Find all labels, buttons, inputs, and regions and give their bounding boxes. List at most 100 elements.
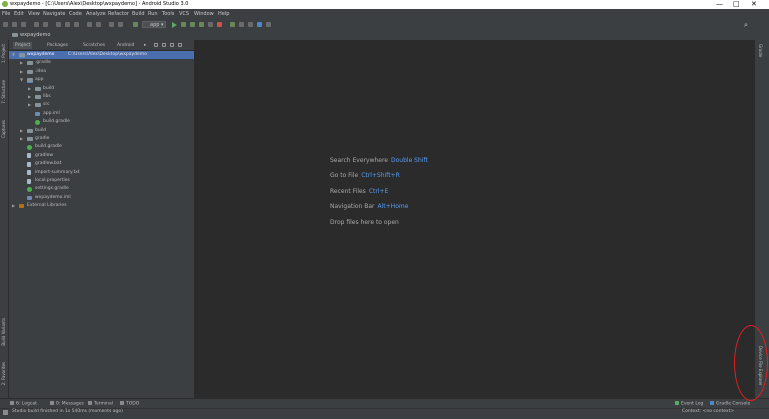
menu-build[interactable]: Build — [132, 11, 145, 17]
avd-manager-icon[interactable] — [239, 22, 244, 27]
replace-icon[interactable] — [96, 22, 101, 27]
minimize-button[interactable]: — — [716, 0, 723, 8]
tool-tab-build-variants[interactable]: Build Variants — [1, 318, 6, 346]
menu-run[interactable]: Run — [148, 11, 158, 17]
chevron-right-icon[interactable]: ▶ — [28, 101, 31, 109]
menu-tools[interactable]: Tools — [162, 11, 174, 17]
tree-row[interactable]: ▶ libs — [9, 93, 194, 101]
tool-tab-gradle[interactable]: Gradle — [758, 44, 763, 57]
tool-tab-favorites[interactable]: 2: Favorites — [1, 362, 6, 385]
chevron-right-icon[interactable]: ▶ — [20, 135, 23, 143]
menu-refactor[interactable]: Refactor — [108, 11, 129, 17]
search-icon[interactable]: ⌕ — [744, 21, 748, 30]
editor-empty-area[interactable] — [195, 40, 754, 398]
find-icon[interactable] — [87, 22, 92, 27]
gradle-sync-icon[interactable] — [230, 22, 235, 27]
tab-packages[interactable]: Packages — [47, 42, 68, 49]
make-project-hammer-icon[interactable] — [133, 22, 138, 27]
collapse-all-icon[interactable] — [162, 43, 166, 47]
chevron-down-icon[interactable]: ▼ — [20, 76, 23, 84]
debug-icon[interactable] — [190, 22, 195, 27]
tool-tab-captures[interactable]: Captures — [1, 120, 6, 138]
tabs-overflow-icon[interactable]: ▸ — [144, 42, 146, 49]
tree-row[interactable]: wxpaydemo.iml — [9, 194, 194, 202]
status-message[interactable]: Studio build finished in 1s 540ms (momen… — [12, 409, 123, 414]
attach-debugger-icon[interactable] — [208, 22, 213, 27]
close-button[interactable]: ✕ — [751, 0, 757, 8]
tree-row[interactable]: build.gradle — [9, 118, 194, 126]
cut-icon[interactable] — [56, 22, 61, 27]
menu-window[interactable]: Window — [194, 11, 214, 17]
chevron-right-icon[interactable]: ▶ — [28, 93, 31, 101]
stop-icon[interactable] — [217, 22, 222, 27]
copy-icon[interactable] — [65, 22, 70, 27]
tree-row[interactable]: app.iml — [9, 110, 194, 118]
menu-help[interactable]: Help — [218, 11, 229, 17]
breadcrumb[interactable]: wxpaydemo — [12, 32, 50, 38]
tree-row[interactable]: ▶ .idea — [9, 68, 194, 76]
run-icon[interactable] — [172, 22, 177, 28]
gradle-console-button[interactable]: Gradle Console — [710, 401, 750, 407]
save-all-icon[interactable] — [12, 22, 17, 27]
chevron-right-icon[interactable]: ▶ — [20, 68, 23, 76]
tree-row[interactable]: ▶ build — [9, 127, 194, 135]
menu-code[interactable]: Code — [69, 11, 82, 17]
locate-file-icon[interactable] — [154, 43, 158, 47]
tree-row[interactable]: gradlew — [9, 152, 194, 160]
menu-view[interactable]: View — [28, 11, 40, 17]
menu-navigate[interactable]: Navigate — [43, 11, 65, 17]
tree-row[interactable]: ▶ build — [9, 85, 194, 93]
apply-changes-icon[interactable] — [181, 22, 186, 27]
logcat-button[interactable]: 6: Logcat — [10, 401, 37, 407]
menu-analyze[interactable]: Analyze — [86, 11, 106, 17]
tool-tab-structure[interactable]: 7: Structure — [1, 80, 6, 104]
messages-button[interactable]: 0: Messages — [50, 401, 84, 407]
tree-row[interactable]: ▼ wxpaydemo C:\Users\Alex\Desktop\wxpaydem… — [9, 51, 194, 59]
paste-icon[interactable] — [74, 22, 79, 27]
settings-gear-icon[interactable] — [170, 43, 174, 47]
terminal-button[interactable]: Terminal — [88, 401, 113, 407]
chevron-right-icon[interactable]: ▶ — [20, 59, 23, 67]
tree-row[interactable]: import-summary.txt — [9, 169, 194, 177]
tree-row[interactable]: ▶ gradle — [9, 135, 194, 143]
menu-vcs[interactable]: VCS — [179, 11, 189, 17]
maximize-button[interactable]: □ — [733, 0, 740, 8]
tree-row[interactable]: local.properties — [9, 177, 194, 185]
menu-edit[interactable]: Edit — [14, 11, 24, 17]
tree-row[interactable]: ▶ src — [9, 101, 194, 109]
back-icon[interactable] — [109, 22, 114, 27]
tree-row[interactable]: settings.gradle — [9, 185, 194, 193]
forward-icon[interactable] — [118, 22, 123, 27]
tree-row[interactable]: ▶ .gradle — [9, 59, 194, 67]
sdk-manager-icon[interactable] — [248, 22, 253, 27]
layout-inspector-icon[interactable] — [257, 22, 262, 27]
tree-row[interactable]: build.gradle — [9, 143, 194, 151]
todo-button[interactable]: TODO — [120, 401, 139, 407]
redo-icon[interactable] — [43, 22, 48, 27]
tip-drop-files: Drop files here to open — [330, 219, 399, 226]
folder-icon — [27, 69, 33, 74]
chevron-right-icon[interactable]: ▶ — [28, 85, 31, 93]
toggle-tool-windows-icon[interactable] — [3, 410, 8, 415]
chevron-right-icon[interactable]: ▶ — [20, 127, 23, 135]
folder-icon — [27, 61, 33, 66]
tab-project[interactable]: Project — [13, 42, 33, 49]
tree-row[interactable]: gradlew.bat — [9, 160, 194, 168]
event-log-button[interactable]: Event Log — [675, 401, 703, 407]
tree-row[interactable]: ▼ app — [9, 76, 194, 84]
run-config-dropdown[interactable]: app ▾ — [142, 21, 166, 28]
help-icon[interactable] — [266, 22, 271, 27]
chevron-right-icon[interactable]: ▶ — [12, 202, 15, 210]
hide-panel-icon[interactable] — [178, 43, 182, 47]
tool-tab-project[interactable]: 1: Project — [1, 44, 6, 63]
menu-file[interactable]: File — [2, 11, 10, 17]
tree-row[interactable]: ▶ External Libraries — [9, 202, 194, 210]
open-folder-icon[interactable] — [3, 22, 8, 27]
chevron-down-icon[interactable]: ▼ — [12, 51, 15, 59]
tab-scratches[interactable]: Scratches — [83, 42, 105, 49]
tab-android[interactable]: Android — [117, 42, 134, 49]
undo-icon[interactable] — [34, 22, 39, 27]
synchronize-icon[interactable] — [21, 22, 26, 27]
profile-icon[interactable] — [199, 22, 204, 27]
tree-row-label: gradlew.bat — [35, 161, 62, 167]
